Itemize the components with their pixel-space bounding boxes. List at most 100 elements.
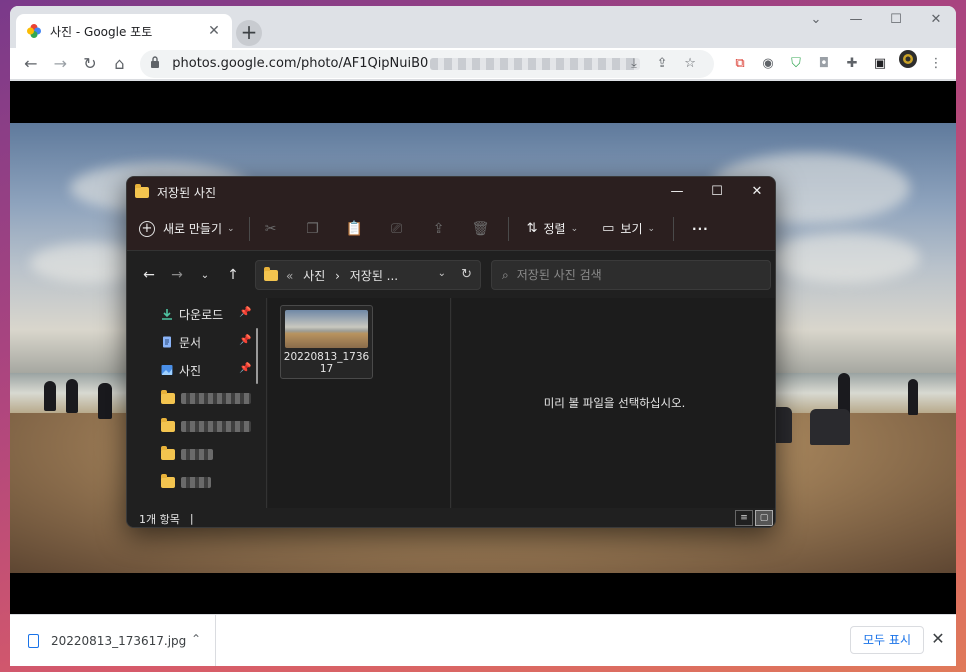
- separator: [673, 216, 675, 241]
- explorer-title: 저장된 사진: [157, 185, 217, 200]
- pin-icon: 📌: [239, 335, 252, 346]
- sidebar-item-pictures[interactable]: 사진 📌: [127, 356, 266, 384]
- preview-message: 미리 볼 파일을 선택하십시오.: [543, 396, 686, 410]
- rename-icon[interactable]: ⎚: [376, 221, 418, 237]
- explorer-close-button[interactable]: ✕: [737, 177, 775, 207]
- chevron-down-icon: ⌄: [647, 223, 656, 234]
- sidebar-item-downloads[interactable]: 다운로드 📌: [127, 300, 266, 328]
- sidebar-item-redacted-folder[interactable]: [127, 412, 266, 440]
- sidebar-scrollbar[interactable]: [256, 328, 258, 384]
- file-item[interactable]: 20220813_173617: [280, 305, 373, 379]
- more-icon: ···: [692, 221, 709, 236]
- more-options-button[interactable]: ···: [680, 222, 721, 236]
- sidebar-item-redacted-folder[interactable]: [127, 440, 266, 468]
- refresh-icon[interactable]: ↻: [461, 267, 472, 282]
- side-panel-icon[interactable]: ▣: [866, 50, 894, 78]
- view-button[interactable]: ▭ 보기 ⌄: [590, 220, 667, 237]
- extension-shield-icon[interactable]: ⛉: [782, 50, 810, 78]
- folder-icon: [161, 473, 175, 488]
- view-toggle: ≡ ▢: [733, 510, 773, 526]
- cut-icon[interactable]: ✂: [250, 221, 292, 237]
- copy-icon[interactable]: ❐: [292, 221, 334, 237]
- explorer-search-box[interactable]: ⌕: [491, 260, 771, 290]
- breadcrumb-overflow[interactable]: «: [286, 269, 293, 283]
- reload-button[interactable]: ↻: [75, 50, 105, 78]
- install-app-icon[interactable]: ⤓: [620, 50, 648, 78]
- forward-button[interactable]: →: [46, 50, 76, 78]
- sidebar-item-label: 사진: [179, 363, 202, 378]
- minimize-button[interactable]: —: [836, 6, 876, 34]
- close-window-button[interactable]: ✕: [916, 6, 956, 34]
- back-arrow-icon[interactable]: ←: [135, 267, 163, 283]
- redacted-url-segment: [430, 57, 641, 70]
- preview-pane: 미리 볼 파일을 선택하십시오.: [452, 298, 775, 508]
- tab-close-icon[interactable]: ✕: [206, 23, 222, 39]
- extensions-puzzle-icon[interactable]: ✚: [838, 50, 866, 78]
- item-count: 1개 항목: [139, 512, 180, 526]
- browser-menu-icon[interactable]: ⋮: [922, 50, 950, 78]
- thumbnail-view-icon[interactable]: ▢: [755, 510, 773, 526]
- explorer-nav-bar: ← → ⌄ ↑ « 사진 › 저장된 ... ⌄ ↻ ⌕: [127, 252, 775, 298]
- search-input[interactable]: [516, 268, 747, 282]
- chevron-up-icon[interactable]: ⌃: [191, 632, 201, 646]
- sidebar-item-redacted-folder[interactable]: [127, 384, 266, 412]
- new-tab-button[interactable]: +: [236, 20, 262, 46]
- show-all-button[interactable]: 모두 표시: [850, 626, 924, 654]
- breadcrumb-saved-pictures[interactable]: 저장된 ...: [350, 269, 398, 283]
- breadcrumb-pictures[interactable]: 사진: [303, 269, 325, 283]
- lock-icon[interactable]: [150, 56, 164, 71]
- redacted-label: [181, 448, 213, 460]
- document-icon: [161, 336, 173, 348]
- search-icon: ⌕: [502, 267, 509, 282]
- explorer-maximize-button[interactable]: ☐: [697, 177, 737, 207]
- tab-google-photos[interactable]: 사진 - Google 포토 ✕: [16, 14, 232, 48]
- file-thumbnail: [285, 310, 368, 348]
- omnibox-actions: ⤓ ⇪ ☆: [620, 50, 704, 78]
- folder-icon: [135, 183, 149, 198]
- sort-label: 정렬: [543, 222, 566, 236]
- pictures-icon: [161, 364, 173, 376]
- status-bar: 1개 항목 | ≡ ▢: [127, 508, 775, 527]
- file-list-pane: 20220813_173617: [268, 298, 451, 508]
- share-icon[interactable]: ⇪: [648, 50, 676, 78]
- extension-camera-icon[interactable]: ◘: [810, 50, 838, 78]
- sort-button[interactable]: ⇅ 정렬 ⌄: [515, 220, 591, 237]
- close-download-bar-icon[interactable]: ✕: [928, 629, 948, 648]
- back-button[interactable]: ←: [16, 50, 46, 78]
- browser-window-controls: ⌄ — ☐ ✕: [796, 6, 956, 34]
- google-photos-icon: [26, 23, 42, 39]
- address-bar[interactable]: photos.google.com/photo/AF1QipNuiB0 ⤓ ⇪ …: [140, 49, 715, 78]
- share-icon[interactable]: ⇪: [418, 221, 460, 237]
- explorer-address-bar[interactable]: « 사진 › 저장된 ... ⌄ ↻: [255, 260, 481, 290]
- extension-red-icon[interactable]: ⧉: [726, 50, 754, 78]
- redacted-label: [181, 420, 251, 432]
- folder-icon: [161, 417, 175, 432]
- explorer-window-controls: — ☐ ✕: [657, 177, 775, 207]
- sidebar-item-label: 문서: [179, 335, 202, 350]
- details-view-icon[interactable]: ≡: [735, 510, 753, 526]
- explorer-minimize-button[interactable]: —: [657, 177, 697, 207]
- download-item[interactable]: 20220813_173617.jpg ⌃: [10, 614, 216, 666]
- extension-gray-icon[interactable]: ◉: [754, 50, 782, 78]
- profile-avatar[interactable]: [894, 49, 922, 78]
- tab-title: 사진 - Google 포토: [50, 24, 153, 39]
- explorer-command-bar: + 새로 만들기 ⌄ ✂ ❐ 📋 ⎚ ⇪ 🗑 ⇅ 정렬 ⌄ ▭ 보기 ⌄ ···: [127, 207, 775, 251]
- up-arrow-icon[interactable]: ↑: [219, 267, 247, 283]
- address-dropdown-icon[interactable]: ⌄: [438, 268, 446, 279]
- breadcrumb-separator: ›: [335, 268, 340, 283]
- new-button[interactable]: + 새로 만들기 ⌄: [139, 216, 250, 241]
- tab-search-icon[interactable]: ⌄: [796, 6, 836, 34]
- sidebar-item-redacted-folder[interactable]: [127, 468, 266, 496]
- file-icon: [28, 633, 39, 648]
- paste-icon[interactable]: 📋: [334, 221, 376, 237]
- bookmark-star-icon[interactable]: ☆: [676, 50, 704, 78]
- maximize-button[interactable]: ☐: [876, 6, 916, 34]
- chevron-down-icon: ⌄: [227, 223, 235, 234]
- folder-icon: [161, 389, 175, 404]
- forward-arrow-icon[interactable]: →: [163, 267, 191, 283]
- recent-locations-icon[interactable]: ⌄: [191, 270, 219, 281]
- delete-icon[interactable]: 🗑: [460, 221, 502, 237]
- sidebar-item-documents[interactable]: 문서 📌: [127, 328, 266, 356]
- home-button[interactable]: ⌂: [105, 50, 135, 78]
- browser-toolbar: ← → ↻ ⌂ photos.google.com/photo/AF1QipNu…: [10, 48, 956, 80]
